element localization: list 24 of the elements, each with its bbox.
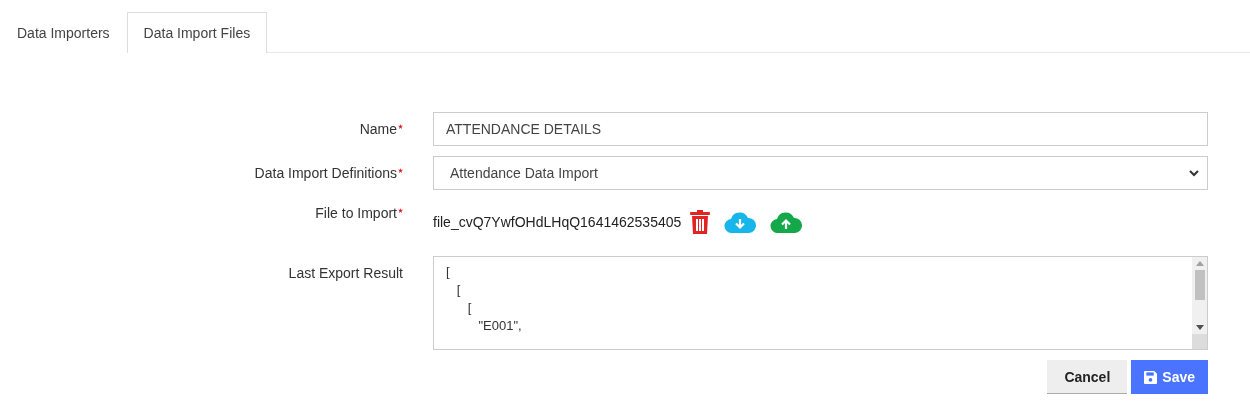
result-text-area[interactable]: [ [ [ "E001",	[433, 256, 1208, 350]
required-marker-icon	[398, 208, 403, 213]
chevron-down-icon	[1189, 169, 1199, 177]
tab[interactable]: Data Import Files	[126, 12, 268, 53]
scrollbar-thumb[interactable]	[1194, 270, 1205, 300]
scrollbar[interactable]	[1192, 257, 1207, 349]
cancel-button[interactable]: Cancel	[1047, 360, 1128, 394]
file-name: file_cvQ7YwfOHdLHqQ1641462535405	[433, 214, 682, 230]
field-label: Name	[359, 121, 397, 137]
field-label: File to Import	[315, 205, 397, 221]
name-input-field[interactable]: ATTENDANCE DETAILS	[433, 112, 1208, 146]
save-button[interactable]: Save	[1131, 360, 1208, 394]
json-text: [ [ [ "E001",	[445, 263, 523, 335]
field-label: Data Import Definitions	[254, 165, 397, 181]
scroll-down-icon[interactable]	[1195, 325, 1204, 330]
cloud-download-icon[interactable]	[724, 211, 757, 233]
definitions-dropdown[interactable]: Attendance Data Import	[433, 156, 1208, 190]
resize-handle[interactable]	[1192, 334, 1207, 349]
scroll-up-icon[interactable]	[1195, 261, 1204, 266]
field-label: Last Export Result	[288, 265, 403, 281]
required-marker-icon	[398, 124, 403, 129]
cloud-upload-icon[interactable]	[770, 211, 803, 233]
trash-icon[interactable]	[690, 210, 711, 234]
required-marker-icon	[398, 168, 403, 173]
